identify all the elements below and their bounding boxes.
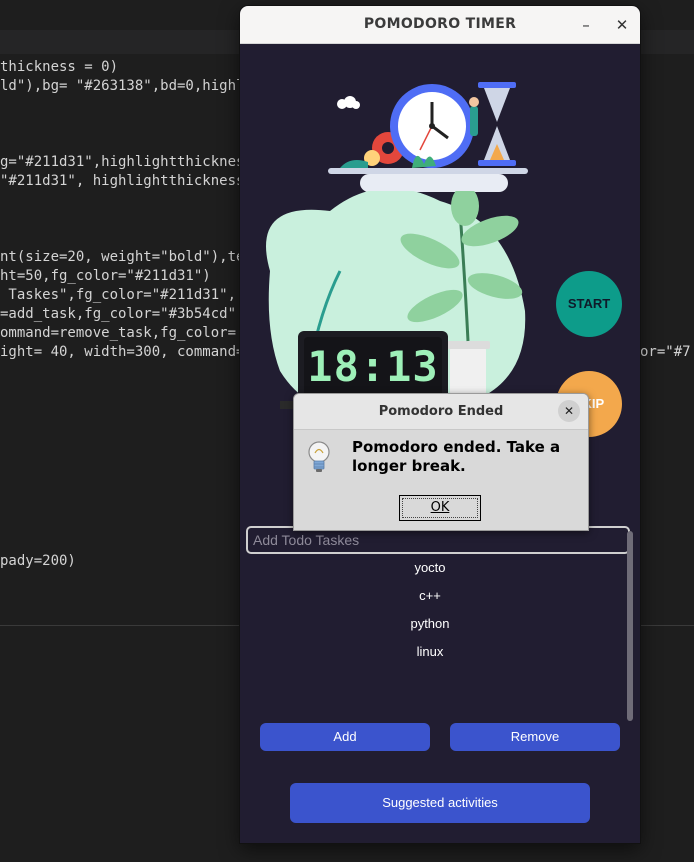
window-titlebar[interactable]: POMODORO TIMER – ✕ bbox=[240, 6, 640, 44]
add-task-button[interactable]: Add bbox=[260, 723, 430, 751]
code-line: g="#211d31",highlightthickness bbox=[0, 154, 253, 170]
code-line: =add_task,fg_color="#3b54cd" bbox=[0, 306, 237, 322]
code-line: pady=200) bbox=[0, 553, 76, 569]
code-line: ld"),bg= "#263138",bd=0,highl bbox=[0, 78, 245, 94]
dialog-close-icon[interactable]: ✕ bbox=[558, 400, 580, 422]
code-line: ight= 40, width=300, command= bbox=[0, 344, 245, 360]
task-list-scrollbar[interactable] bbox=[627, 531, 633, 721]
dialog-title: Pomodoro Ended bbox=[294, 394, 588, 430]
dialog-message: Pomodoro ended. Take a longer break. bbox=[352, 438, 561, 475]
digital-clock-display: 18:13 bbox=[307, 342, 439, 391]
list-item[interactable]: c++ bbox=[240, 586, 620, 614]
code-line: ht=50,fg_color="#211d31") bbox=[0, 268, 211, 284]
code-line: Taskes",fg_color="#211d31", bbox=[0, 287, 237, 303]
ok-button-label: OK bbox=[430, 500, 450, 515]
code-line: or="#7 bbox=[640, 344, 691, 360]
code-line: "#211d31", highlightthickness bbox=[0, 173, 245, 189]
code-line: ommand=remove_task,fg_color= bbox=[0, 325, 237, 341]
remove-task-button[interactable]: Remove bbox=[450, 723, 620, 751]
list-item[interactable]: linux bbox=[240, 642, 620, 670]
list-item[interactable]: python bbox=[240, 614, 620, 642]
suggested-activities-button[interactable]: Suggested activities bbox=[290, 783, 590, 823]
task-list: yocto c++ python linux bbox=[240, 558, 620, 670]
time-management-illustration bbox=[328, 82, 528, 192]
minimize-icon[interactable]: – bbox=[574, 13, 598, 37]
close-icon[interactable]: ✕ bbox=[610, 13, 634, 37]
pomodoro-ended-dialog: Pomodoro Ended ✕ Pomodoro ended. Take a … bbox=[293, 393, 589, 531]
code-line: thickness = 0) bbox=[0, 59, 119, 75]
ok-button[interactable]: OK bbox=[399, 495, 481, 521]
info-lightbulb-icon bbox=[308, 441, 330, 472]
start-button[interactable]: START bbox=[556, 271, 622, 337]
list-item[interactable]: yocto bbox=[240, 558, 620, 586]
code-line: nt(size=20, weight="bold"),te bbox=[0, 249, 245, 265]
